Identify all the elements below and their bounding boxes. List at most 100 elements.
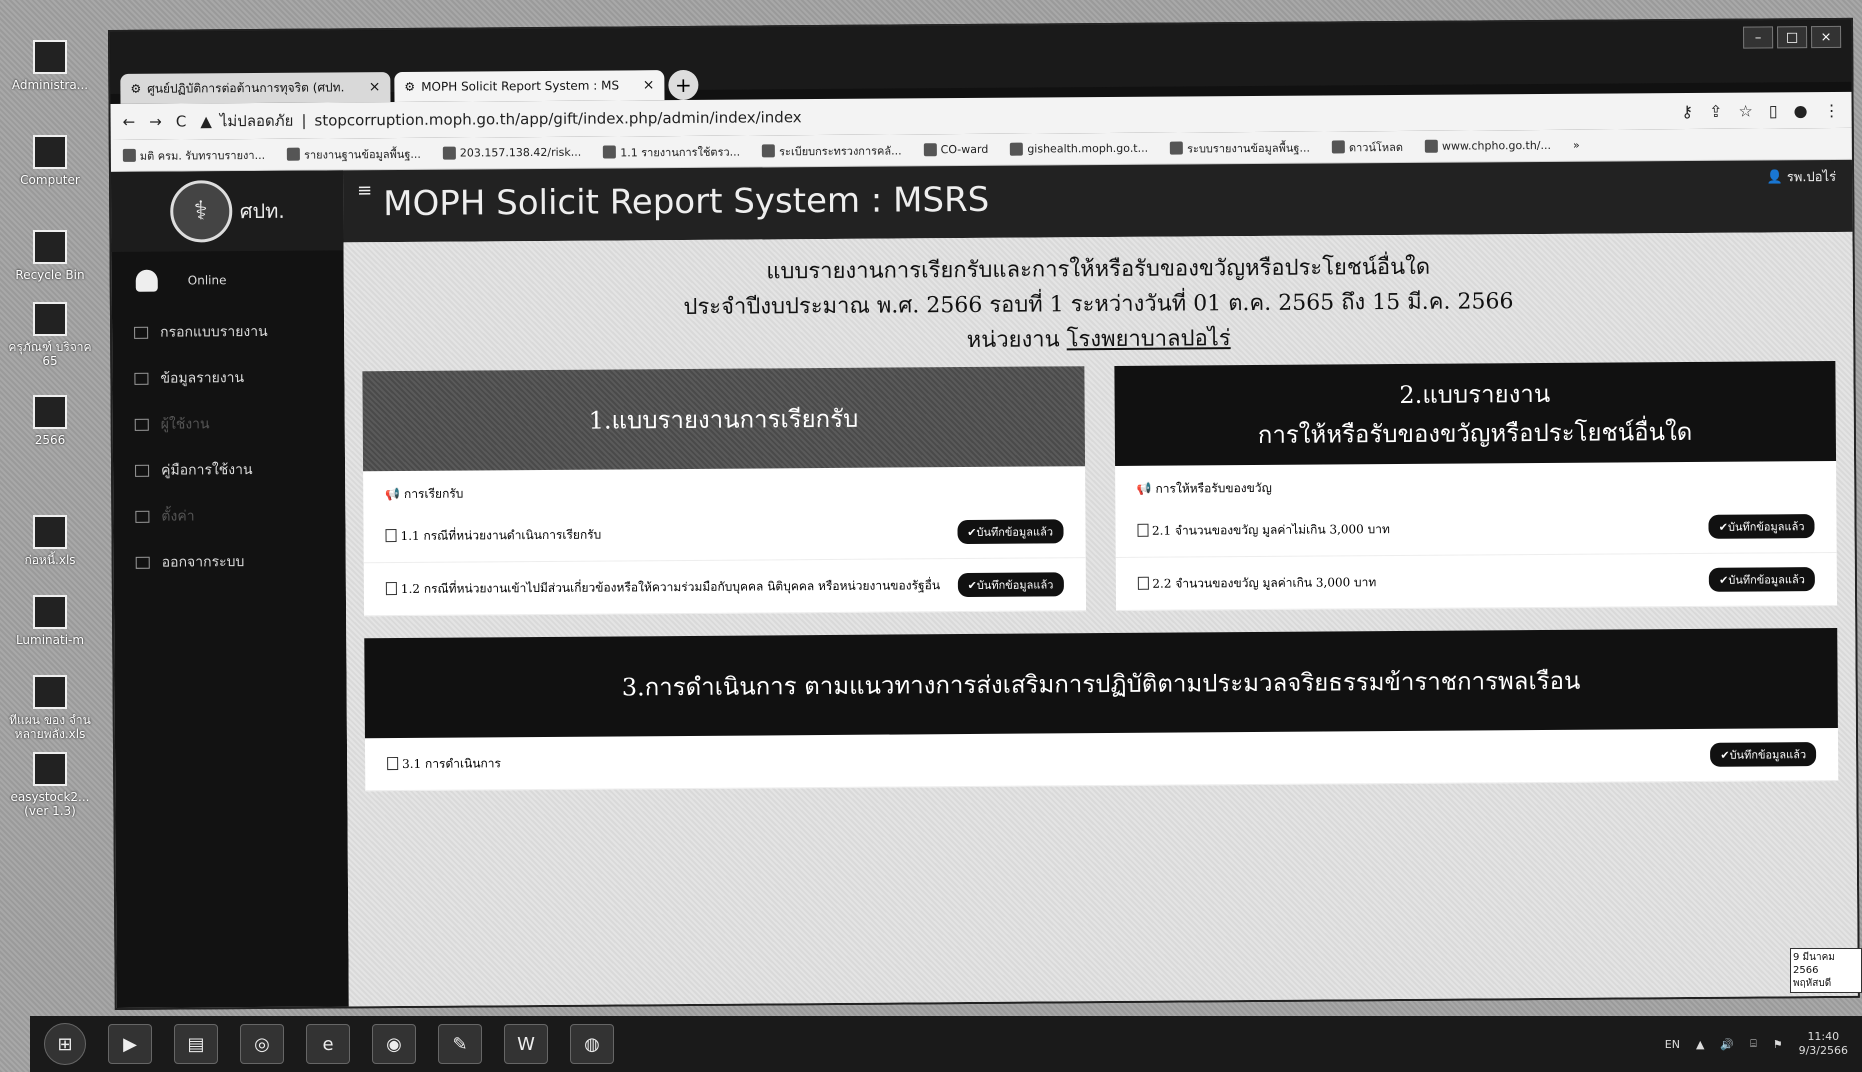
report-item-2-2[interactable]: 2.2 จำนวนของขวัญ มูลค่าเกิน 3,000 บาท ✔บ…	[1115, 552, 1838, 611]
taskbar-app[interactable]: ◎	[240, 1024, 284, 1064]
saved-badge[interactable]: ✔บันทึกข้อมูลแล้ว	[957, 519, 1064, 545]
report-cards: 1.แบบรายงานการเรียกรับ 📢 การเรียกรับ 1.1…	[362, 360, 1838, 617]
word-icon: W	[517, 1033, 535, 1055]
back-icon[interactable]: ←	[123, 113, 136, 131]
bookmark-item[interactable]: มติ ครม. รับทราบรายงา...	[122, 145, 265, 164]
app-icon: ✎	[452, 1033, 468, 1055]
sidebar-brand[interactable]: ⚕ ศปท.	[110, 170, 344, 252]
desktop-icon-administrator[interactable]: Administra...	[0, 40, 100, 92]
tray-arrow-icon[interactable]: ▲	[1696, 1038, 1704, 1051]
gear-icon	[135, 510, 150, 523]
volume-icon[interactable]: 🔊	[1720, 1038, 1734, 1051]
line-icon: ◍	[584, 1033, 600, 1055]
forward-icon[interactable]: →	[149, 113, 162, 131]
windows-icon: ⊞	[57, 1033, 73, 1055]
sidebar-item-manual[interactable]: คู่มือการใช้งาน	[113, 446, 345, 494]
language-indicator[interactable]: EN	[1665, 1038, 1680, 1051]
report-item-1-2[interactable]: 1.2 กรณีที่หน่วยงานเข้าไปมีส่วนเกี่ยวข้อ…	[363, 558, 1086, 617]
system-tray: EN ▲ 🔊 ⌸ ⚑ 11:40 9/3/2566	[1665, 1030, 1848, 1058]
desktop-icon-equipment[interactable]: ครุภัณฑ์ บริจาค 65	[0, 302, 100, 368]
moph-logo-icon: ⚕	[169, 180, 233, 243]
report-item-3-1[interactable]: 3.1 การดำเนินการ ✔บันทึกข้อมูลแล้ว	[364, 727, 1839, 792]
tab-label: ศูนย์ปฏิบัติการต่อต้านการทุจริต (ศปท.	[147, 79, 345, 96]
taskbar-line[interactable]: ◍	[570, 1024, 614, 1064]
bookmark-item[interactable]: ระเบียบกระทรวงการคลั...	[762, 141, 902, 160]
desktop-icon-computer[interactable]: Computer	[0, 135, 100, 187]
saved-badge[interactable]: ✔บันทึกข้อมูลแล้ว	[957, 572, 1064, 598]
toolbar-icons: ⚷ ⇪ ☆ ▯ ● ⋮	[1681, 100, 1839, 120]
menu-toggle-icon[interactable]: ≡	[357, 180, 372, 201]
saved-badge[interactable]: ✔บันทึกข้อมูลแล้ว	[1708, 514, 1815, 539]
sidebar-item-report-data[interactable]: ข้อมูลรายงาน	[112, 354, 344, 402]
current-user[interactable]: 👤 รพ.ปอไร่	[1766, 166, 1836, 187]
section-title: 📢 การให้หรือรับของขวัญ	[1136, 480, 1272, 496]
bookmark-item[interactable]: 1.1 รายงานการใช้ตรว...	[603, 142, 740, 161]
tab-strip: ⚙ ศูนย์ปฏิบัติการต่อต้านการทุจริต (ศปท. …	[120, 69, 699, 104]
saved-badge[interactable]: ✔บันทึกข้อมูลแล้ว	[1709, 567, 1815, 592]
desktop-icon-luminati[interactable]: Luminati-m	[0, 595, 100, 647]
taskbar-explorer[interactable]: ▤	[174, 1024, 218, 1064]
bookmark-item[interactable]: ระบบรายงานข้อมูลพื้นฐ...	[1170, 138, 1310, 157]
url-field[interactable]: ▲ ไม่ปลอดภัย | stopcorruption.moph.go.th…	[200, 99, 1667, 133]
unit-name: โรงพยาบาลปอไร่	[1066, 326, 1231, 353]
taskbar-ie[interactable]: e	[306, 1024, 350, 1064]
card-solicit-header: 1.แบบรายงานการเรียกรับ	[362, 366, 1085, 472]
file-icon	[385, 528, 397, 542]
spreadsheet-icon	[33, 675, 67, 709]
maximize-button[interactable]: □	[1777, 26, 1808, 49]
star-icon[interactable]: ☆	[1738, 101, 1752, 120]
start-button[interactable]: ⊞	[44, 1023, 86, 1065]
share-icon[interactable]: ⇪	[1709, 101, 1723, 120]
sidebar-item-fill-report[interactable]: กรอกแบบรายงาน	[112, 308, 344, 356]
menu-icon[interactable]: ⋮	[1824, 100, 1840, 119]
book-icon	[135, 464, 150, 477]
desktop-icon-recycle-bin[interactable]: Recycle Bin	[0, 230, 100, 282]
network-icon[interactable]: ⌸	[1750, 1037, 1757, 1051]
page-title: MOPH Solicit Report System : MSRS	[383, 179, 990, 225]
security-label: ไม่ปลอดภัย	[219, 111, 294, 131]
minimize-button[interactable]: –	[1743, 26, 1774, 49]
bookmark-item[interactable]: www.chpho.go.th/...	[1424, 139, 1551, 153]
desktop-icon-2566[interactable]: 2566	[0, 395, 100, 447]
desktop-icon-easystock[interactable]: easystock2... (ver 1.3)	[0, 752, 100, 818]
taskbar-word[interactable]: W	[504, 1024, 548, 1064]
taskbar: ⊞ ▶ ▤ ◎ e ◉ ✎ W ◍ EN ▲ 🔊 ⌸ ⚑ 11:40 9/3/2…	[30, 1016, 1862, 1072]
bookmark-item[interactable]: รายงานฐานข้อมูลพื้นฐ...	[287, 144, 421, 163]
report-item-1-1[interactable]: 1.1 กรณีที่หน่วยงานดำเนินการเรียกรับ ✔บั…	[363, 505, 1086, 564]
reload-icon[interactable]: C	[176, 112, 187, 130]
bookmark-item[interactable]: 203.157.138.42/risk...	[442, 146, 581, 160]
bullhorn-icon: 📢	[385, 486, 401, 502]
globe-icon	[442, 146, 456, 160]
close-tab-button[interactable]: ×	[369, 79, 381, 95]
taskbar-media-player[interactable]: ▶	[108, 1024, 152, 1064]
saved-badge[interactable]: ✔บันทึกข้อมูลแล้ว	[1710, 742, 1817, 767]
table-icon	[134, 372, 149, 385]
bookmark-item[interactable]: gishealth.moph.go.t...	[1010, 142, 1148, 156]
bookmarks-overflow[interactable]: »	[1573, 139, 1580, 152]
spreadsheet-icon	[33, 515, 67, 549]
profile-icon[interactable]: ●	[1794, 101, 1808, 120]
bookmark-item[interactable]: CO-ward	[923, 143, 988, 157]
tab-stopcorruption[interactable]: ⚙ ศูนย์ปฏิบัติการต่อต้านการทุจริต (ศปท. …	[120, 72, 391, 104]
gear-icon	[1170, 141, 1184, 155]
taskbar-app-2[interactable]: ✎	[438, 1024, 482, 1064]
sidebar-item-users[interactable]: ผู้ใช้งาน	[113, 400, 345, 448]
desktop-icon-debt-xls[interactable]: ก่อหนี้.xls	[0, 515, 100, 567]
taskbar-chrome[interactable]: ◉	[372, 1024, 416, 1064]
bookmark-item[interactable]: ดาวน์โหลด	[1331, 137, 1403, 155]
new-tab-button[interactable]: +	[668, 69, 699, 101]
key-icon[interactable]: ⚷	[1681, 101, 1693, 120]
close-tab-button[interactable]: ×	[643, 77, 655, 93]
flag-icon[interactable]: ⚑	[1773, 1038, 1783, 1051]
drive-icon	[122, 148, 136, 162]
map-icon	[1010, 142, 1024, 156]
close-window-button[interactable]: ×	[1811, 25, 1842, 49]
sidebar-item-settings[interactable]: ตั้งค่า	[113, 492, 345, 540]
report-item-2-1[interactable]: 2.1 จำนวนของขวัญ มูลค่าไม่เกิน 3,000 บาท…	[1114, 499, 1837, 558]
sidepanel-icon[interactable]: ▯	[1769, 101, 1778, 120]
desktop-icon-plan-xls[interactable]: ทีแผน ของ จำนหลายพลัง.xls	[0, 675, 100, 741]
sidebar-item-logout[interactable]: ออกจากระบบ	[114, 538, 346, 586]
tab-msrs[interactable]: ⚙ MOPH Solicit Report System : MS ×	[394, 70, 665, 103]
url-separator: |	[301, 111, 307, 130]
clock[interactable]: 11:40 9/3/2566	[1799, 1030, 1848, 1058]
